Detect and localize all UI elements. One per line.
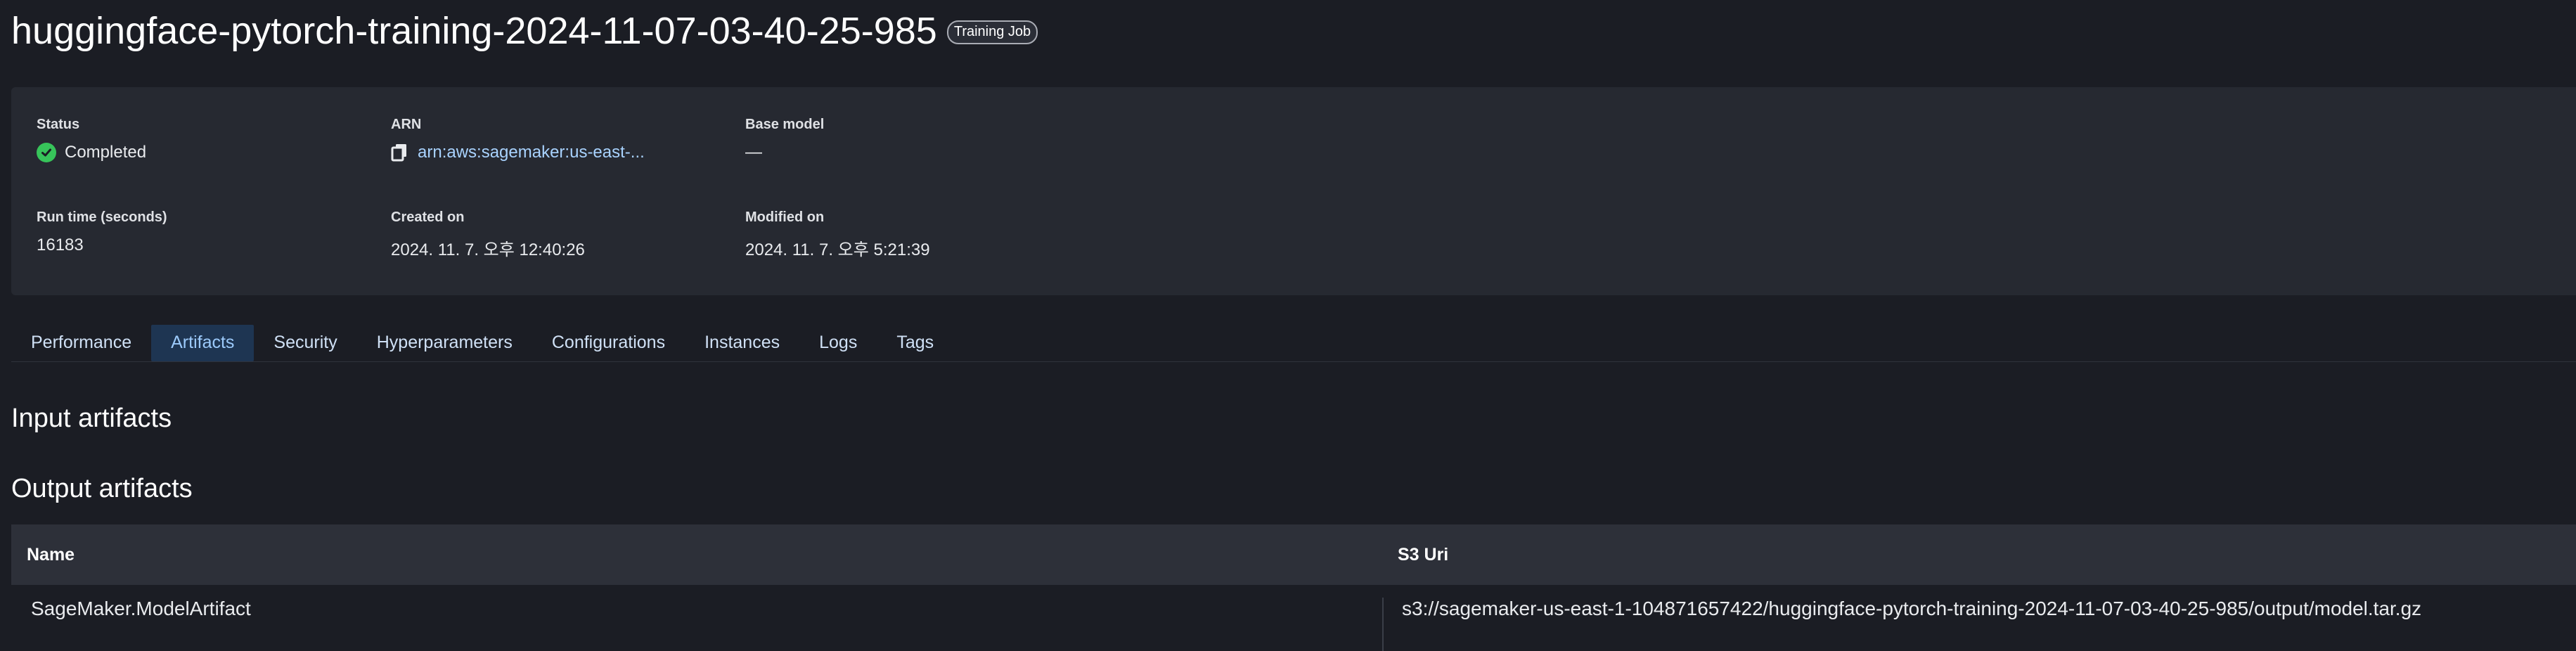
output-artifacts-table: Name S3 Uri SageMaker.ModelArtifact s3:/… xyxy=(11,524,2576,651)
status-field: Status Completed xyxy=(37,117,146,162)
base-model-field: Base model — xyxy=(745,117,824,162)
tab-performance[interactable]: Performance xyxy=(11,325,151,361)
status-label: Status xyxy=(37,117,80,132)
tab-artifacts[interactable]: Artifacts xyxy=(151,325,255,361)
arn-field: ARN arn:aws:sagemaker:us-east-... xyxy=(391,117,645,162)
tab-configurations[interactable]: Configurations xyxy=(532,325,685,361)
tab-logs[interactable]: Logs xyxy=(799,325,877,361)
arn-value-row: arn:aws:sagemaker:us-east-... xyxy=(391,143,645,162)
modified-on-label: Modified on xyxy=(745,210,825,225)
column-divider xyxy=(1382,598,1384,651)
status-value-row: Completed xyxy=(37,143,146,162)
tab-bar: Performance Artifacts Security Hyperpara… xyxy=(11,325,2576,362)
page-title: huggingface-pytorch-training-2024-11-07-… xyxy=(11,10,937,52)
column-header-name[interactable]: Name xyxy=(27,524,75,585)
tab-hyperparameters[interactable]: Hyperparameters xyxy=(357,325,532,361)
job-type-badge: Training Job xyxy=(946,20,1038,44)
run-time-value: 16183 xyxy=(37,236,84,254)
status-value: Completed xyxy=(65,143,147,162)
arn-value[interactable]: arn:aws:sagemaker:us-east-... xyxy=(418,143,645,162)
created-on-value: 2024. 11. 7. 오후 12:40:26 xyxy=(391,240,585,259)
base-model-value: — xyxy=(745,143,762,162)
title-row: huggingface-pytorch-training-2024-11-07-… xyxy=(11,6,1038,56)
created-on-field: Created on 2024. 11. 7. 오후 12:40:26 xyxy=(391,210,585,260)
copy-icon[interactable] xyxy=(391,143,408,162)
artifact-name-cell: SageMaker.ModelArtifact xyxy=(31,598,251,619)
modified-on-field: Modified on 2024. 11. 7. 오후 5:21:39 xyxy=(745,210,930,260)
modified-on-value: 2024. 11. 7. 오후 5:21:39 xyxy=(745,240,930,259)
column-header-s3-uri[interactable]: S3 Uri xyxy=(1398,524,1448,585)
tab-tags[interactable]: Tags xyxy=(877,325,953,361)
artifact-s3-uri-cell: s3://sagemaker-us-east-1-104871657422/hu… xyxy=(1402,598,2422,619)
tab-security[interactable]: Security xyxy=(254,325,356,361)
output-artifacts-heading: Output artifacts xyxy=(11,474,193,503)
input-artifacts-heading: Input artifacts xyxy=(11,404,172,433)
arn-label: ARN xyxy=(391,117,422,132)
table-row: SageMaker.ModelArtifact s3://sagemaker-u… xyxy=(11,585,2576,651)
run-time-field: Run time (seconds) 16183 xyxy=(37,210,167,255)
created-on-label: Created on xyxy=(391,210,465,225)
table-header: Name S3 Uri xyxy=(11,524,2576,585)
base-model-label: Base model xyxy=(745,117,825,132)
run-time-label: Run time (seconds) xyxy=(37,210,167,225)
check-circle-icon xyxy=(37,143,56,162)
tab-instances[interactable]: Instances xyxy=(685,325,799,361)
summary-panel: Status Completed ARN arn:aws:sagemaker:u… xyxy=(11,87,2576,295)
training-job-page: huggingface-pytorch-training-2024-11-07-… xyxy=(0,0,2576,651)
